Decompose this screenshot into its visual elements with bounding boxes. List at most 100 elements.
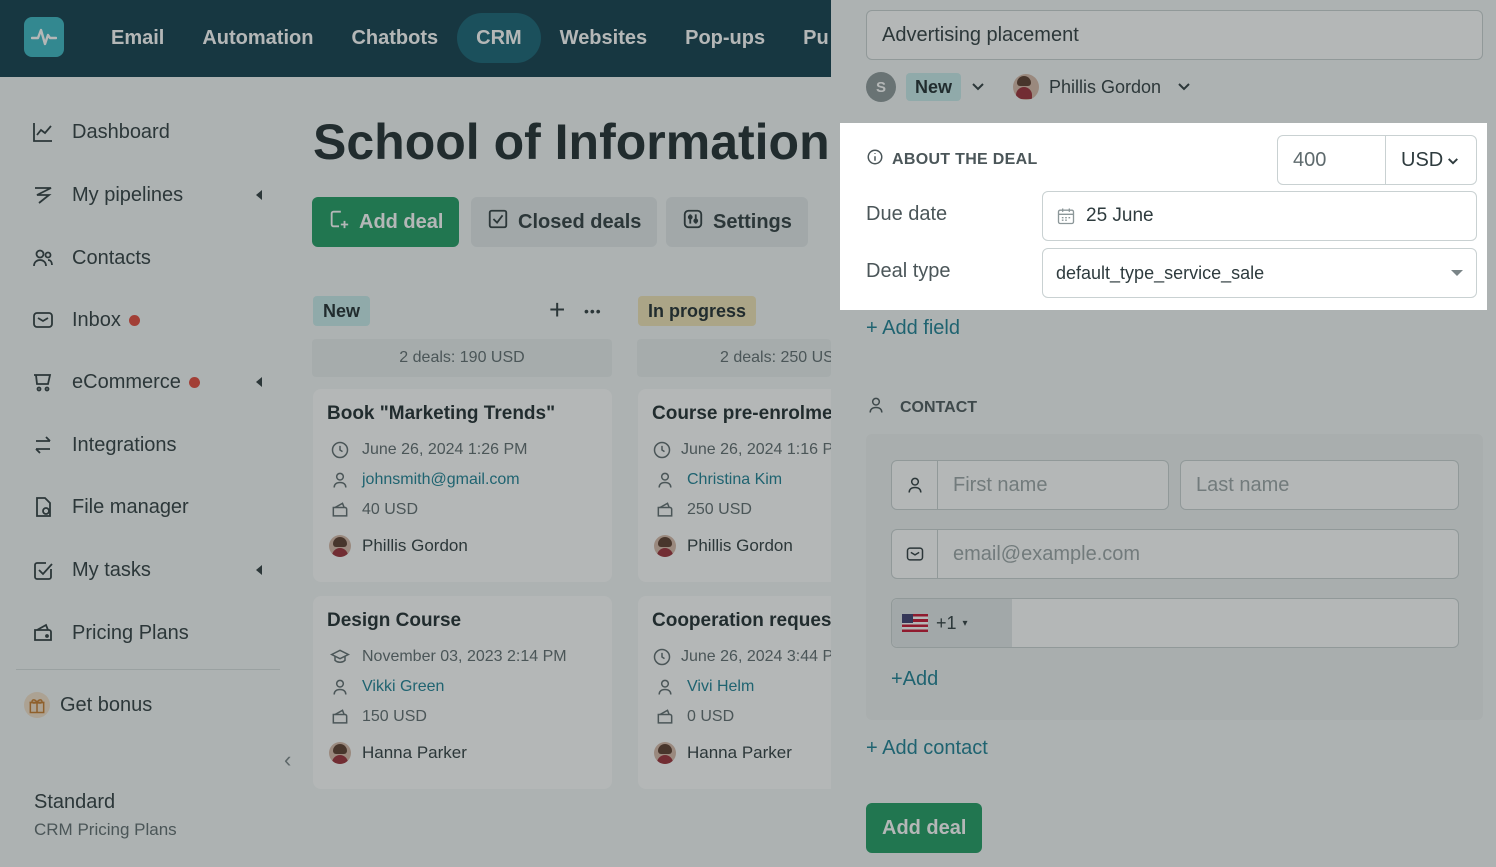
wallet-icon [652,707,678,727]
expand-arrow-icon[interactable] [256,565,262,575]
settings-label: Settings [713,210,792,233]
person-icon [327,677,353,697]
sidebar-item-file-manager[interactable]: File manager [30,492,270,522]
last-name-field[interactable]: Last name [1180,460,1459,510]
deal-card[interactable]: Book "Marketing Trends" June 26, 2024 1:… [313,389,612,582]
person-icon [866,395,886,420]
deal-title: Course pre-enrolment [652,403,831,424]
contacts-icon [30,245,56,271]
nav-item-automation[interactable]: Automation [183,13,332,63]
wallet-icon [327,707,353,727]
nav-item-websites[interactable]: Websites [541,13,666,63]
nav-item-chatbots[interactable]: Chatbots [332,13,457,63]
settings-button[interactable]: Settings [666,197,808,247]
phone-field[interactable]: +1 ▾ [891,598,1459,648]
settings-icon [682,208,704,236]
more-options-button[interactable]: ••• [584,303,602,319]
last-name-placeholder: Last name [1196,473,1290,496]
column-summary: 2 deals: 250 USD [637,339,831,377]
sidebar-item-label: Contacts [72,246,151,269]
nav-menu: Email Automation Chatbots CRM Websites P… [92,13,848,63]
person-icon [327,470,353,490]
about-deal-title: ABOUT THE DEAL [866,148,1038,171]
deal-type-value: default_type_service_sale [1056,262,1265,283]
deal-card[interactable]: Course pre-enrolment June 26, 2024 1:16 … [638,389,831,582]
stage-circle: S [866,72,896,102]
currency-select[interactable]: USD [1385,135,1477,185]
logo-icon[interactable] [24,17,64,57]
clock-icon [327,440,353,460]
deal-contact[interactable]: Christina Kim [687,471,782,489]
clock-icon [652,440,672,460]
contact-form: First name Last name email@example.com +… [866,434,1483,720]
avatar [654,535,676,557]
expand-arrow-icon[interactable] [256,377,262,387]
add-field-link[interactable]: + Add field [866,317,960,340]
deal-card[interactable]: Cooperation request June 26, 2024 3:44 P… [638,596,831,789]
deal-contact[interactable]: johnsmith@gmail.com [362,471,520,489]
deal-title: Book "Marketing Trends" [327,403,556,424]
chevron-down-icon[interactable] [1175,78,1193,96]
deal-contact[interactable]: Vivi Helm [687,678,754,696]
chevron-down-icon [1447,136,1459,184]
sidebar-item-integrations[interactable]: Integrations [30,430,270,460]
column-summary: 2 deals: 190 USD [312,339,612,377]
email-icon [892,530,938,578]
sidebar-item-my-tasks[interactable]: My tasks [30,555,270,585]
add-phone-link[interactable]: +Add [891,668,938,691]
us-flag-icon [902,614,928,632]
due-date-input[interactable]: 25 June [1042,191,1477,241]
sidebar-item-contacts[interactable]: Contacts [30,243,270,273]
expand-arrow-icon[interactable] [256,190,262,200]
deal-amount: 250 USD [687,501,752,518]
submit-add-deal-button[interactable]: Add deal [866,803,983,853]
wallet-icon [652,500,678,520]
add-column-deal-button[interactable]: + [549,294,565,326]
add-contact-link[interactable]: + Add contact [866,737,988,760]
deal-contact[interactable]: Vikki Green [362,678,444,696]
sidebar-item-label: My pipelines [72,183,184,206]
chevron-down-icon[interactable] [969,78,987,96]
collapse-sidebar-button[interactable]: ‹ [284,747,291,773]
sidebar-item-get-bonus[interactable]: Get bonus [24,690,270,720]
nav-item-crm[interactable]: CRM [457,13,541,63]
deal-card[interactable]: Design Course November 03, 2023 2:14 PM … [313,596,612,789]
deal-amount: 150 USD [362,708,427,725]
closed-deals-button[interactable]: Closed deals [471,197,658,247]
sidebar-item-pricing-plans[interactable]: Pricing Plans [30,618,270,648]
currency-value: USD [1401,149,1444,171]
nav-item-popups[interactable]: Pop-ups [666,13,784,63]
sidebar-item-ecommerce[interactable]: eCommerce [30,367,270,397]
deal-type-select[interactable]: default_type_service_sale [1042,248,1477,298]
about-deal-section: ABOUT THE DEAL 400 USD Due date 25 June … [840,123,1487,310]
inbox-icon [30,307,56,333]
sidebar-item-dashboard[interactable]: Dashboard [30,117,270,147]
plan-name[interactable]: Standard [34,791,115,814]
sidebar-item-my-pipelines[interactable]: My pipelines [30,180,270,210]
add-deal-button[interactable]: Add deal [312,197,460,247]
deal-date: June 26, 2024 1:26 PM [362,441,528,458]
closed-deals-label: Closed deals [518,210,642,233]
deal-owner: Phillis Gordon [687,536,793,555]
deal-name-input[interactable]: Advertising placement [866,10,1483,60]
first-name-field[interactable]: First name [891,460,1169,510]
info-icon [866,148,884,171]
owner-name[interactable]: Phillis Gordon [1049,77,1161,98]
gift-icon [24,692,50,718]
email-placeholder: email@example.com [953,542,1141,565]
deal-amount: 40 USD [362,501,419,518]
deal-type-label: Deal type [866,260,951,282]
email-field[interactable]: email@example.com [891,529,1459,579]
amount-input[interactable]: 400 [1277,135,1386,185]
deal-title: Cooperation request [652,610,831,631]
contact-section-title: CONTACT [866,395,977,420]
nav-item-email[interactable]: Email [92,13,183,63]
deal-date: June 26, 2024 3:44 PM [681,648,831,665]
country-code-select[interactable]: +1 ▾ [892,599,1012,647]
stage-badge[interactable]: New [906,73,962,101]
deal-date: November 03, 2023 2:14 PM [362,648,567,665]
pipeline-icon [30,182,56,208]
file-icon [30,494,56,520]
sidebar-divider [16,669,280,670]
sidebar-item-inbox[interactable]: Inbox [30,305,270,335]
